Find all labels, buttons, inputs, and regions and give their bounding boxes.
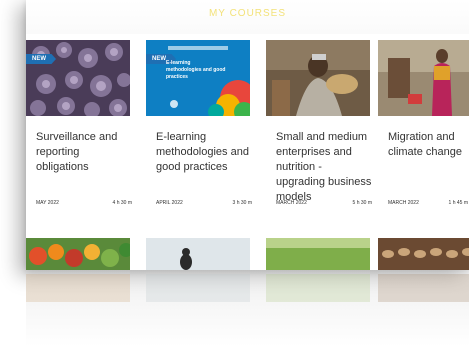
course-thumbnail-produce[interactable] xyxy=(26,238,130,270)
course-date: APRIL 2022 xyxy=(156,200,183,206)
course-thumbnail-succulents: NEW xyxy=(26,40,130,116)
worker-photo xyxy=(266,40,370,116)
produce-image xyxy=(26,238,130,270)
cover-text: E-learning methodologies and good practi… xyxy=(166,60,226,80)
screenshot-stage: MY COURSES NEW Surveillance and reportin… xyxy=(0,0,469,347)
course-card-elearning[interactable]: NEW E-learning methodologies and good pr… xyxy=(146,40,252,230)
panel-header: MY COURSES xyxy=(26,0,469,34)
panel-reflection xyxy=(26,270,469,347)
course-thumbnail-worker xyxy=(266,40,370,116)
reflection-tile xyxy=(26,274,130,302)
new-badge: NEW xyxy=(26,54,56,64)
field-image xyxy=(266,238,370,270)
course-title[interactable]: E-learning methodologies and good practi… xyxy=(156,130,252,175)
course-date: MARCH 2022 xyxy=(388,200,419,206)
course-thumbnail-boats[interactable] xyxy=(378,238,469,270)
course-duration: 5 h 30 m xyxy=(352,200,372,206)
course-thumbnail-field[interactable] xyxy=(266,238,370,270)
course-duration: 1 h 45 m xyxy=(448,200,468,206)
course-date: MAY 2022 xyxy=(36,200,59,206)
course-card-sme-nutrition[interactable]: Small and medium enterprises and nutriti… xyxy=(266,40,372,230)
boats-image xyxy=(378,238,469,270)
course-card-migration[interactable]: Migration and climate change MARCH 2022 … xyxy=(378,40,469,230)
panel-title: MY COURSES xyxy=(208,8,287,19)
course-duration: 3 h 30 m xyxy=(232,200,252,206)
course-title[interactable]: Small and medium enterprises and nutriti… xyxy=(276,130,372,205)
course-title[interactable]: Surveillance and reporting obligations xyxy=(36,130,132,175)
succulent-image xyxy=(26,40,130,116)
course-date: MARCH 2022 xyxy=(276,200,307,206)
course-thumbnail-bird[interactable] xyxy=(146,238,250,270)
reflection-tile xyxy=(378,274,469,302)
course-card-surveillance[interactable]: NEW Surveillance and reporting obligatio… xyxy=(26,40,132,230)
reflection-tile xyxy=(266,274,370,302)
bird-image xyxy=(146,238,250,270)
course-catalog-panel: MY COURSES NEW Surveillance and reportin… xyxy=(26,0,469,270)
course-card-grid: NEW Surveillance and reporting obligatio… xyxy=(26,40,469,270)
course-duration: 4 h 30 m xyxy=(112,200,132,206)
course-thumbnail-woman xyxy=(378,40,469,116)
course-thumbnail-elearning: NEW E-learning methodologies and good pr… xyxy=(146,40,250,116)
woman-photo xyxy=(378,40,469,116)
course-title[interactable]: Migration and climate change xyxy=(388,130,469,160)
reflection-tile xyxy=(146,274,250,302)
